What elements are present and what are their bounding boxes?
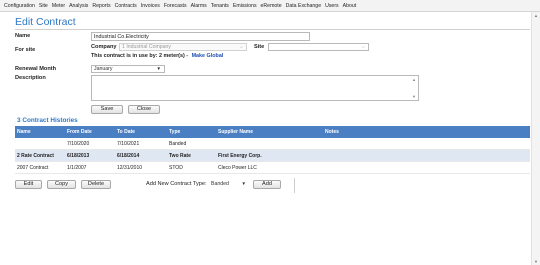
menu-meter[interactable]: Meter	[52, 3, 65, 9]
edit-button[interactable]: Edit	[15, 180, 42, 189]
menu-tenants[interactable]: Tenants	[211, 3, 229, 9]
close-button[interactable]: Close	[128, 105, 160, 114]
renewal-month-select[interactable]: January ▼	[91, 65, 165, 73]
cell-from-date: 6/18/2013	[67, 153, 90, 159]
cell-to-date: 7/10/2021	[117, 141, 140, 147]
column-header-name[interactable]: Name	[17, 126, 31, 138]
cell-name: 2007 Contract	[17, 165, 49, 171]
cell-type: Banded	[169, 141, 187, 147]
cell-name: 2 Rate Contract	[17, 153, 54, 159]
menu-users[interactable]: Users	[325, 3, 339, 9]
chevron-down-icon: ⌵	[239, 44, 243, 49]
name-label: Name	[15, 33, 31, 39]
menu-site[interactable]: Site	[39, 3, 48, 9]
scroll-up-icon[interactable]: ▲	[534, 13, 538, 18]
menu-data-exchange[interactable]: Data Exchange	[286, 3, 321, 9]
site-label: Site	[254, 44, 265, 50]
renewal-month-value: January	[94, 66, 113, 72]
description-label: Description	[15, 75, 46, 81]
cell-type: STOD	[169, 165, 183, 171]
table-row[interactable]: 2007 Contract 1/1/2007 12/31/2010 STOD C…	[15, 162, 530, 174]
make-global-link[interactable]: Make Global	[192, 53, 224, 59]
scroll-up-icon[interactable]: ▲	[412, 77, 416, 82]
menu-configuration[interactable]: Configuration	[4, 3, 35, 9]
cell-supplier: First Energy Corp.	[218, 153, 262, 159]
contract-type-value: Banded	[211, 181, 229, 187]
site-select[interactable]: ⌵	[268, 43, 369, 51]
chevron-down-icon: ⌵	[361, 44, 365, 49]
column-header-type[interactable]: Type	[169, 126, 180, 138]
column-header-to-date[interactable]: To Date	[117, 126, 135, 138]
table-row[interactable]: 2 Rate Contract 6/18/2013 6/18/2014 Two …	[15, 150, 530, 162]
menu-about[interactable]: About	[343, 3, 357, 9]
delete-button[interactable]: Delete	[81, 180, 111, 189]
table-row[interactable]: 7/10/2020 7/10/2021 Banded	[15, 138, 530, 150]
scroll-down-icon[interactable]: ▼	[534, 259, 538, 264]
description-textarea[interactable]: ▲ ▼	[91, 75, 419, 101]
menu-reports[interactable]: Reports	[92, 3, 110, 9]
menu-forecasts[interactable]: Forecasts	[164, 3, 187, 9]
menu-analysis[interactable]: Analysis	[69, 3, 88, 9]
divider	[294, 178, 295, 193]
menu-eremote[interactable]: eRemote	[261, 3, 282, 9]
scroll-down-icon[interactable]: ▼	[412, 94, 416, 99]
contract-type-select[interactable]: Banded ▼	[208, 180, 250, 188]
add-new-contract-type-label: Add New Contract Type:	[146, 181, 207, 187]
in-use-notice: This contract is in use by: 2 meter(s) -…	[91, 53, 223, 59]
menu-contracts[interactable]: Contracts	[115, 3, 137, 9]
caret-down-icon: ▼	[156, 66, 161, 71]
cell-from-date: 7/10/2020	[67, 141, 90, 147]
cell-to-date: 6/18/2014	[117, 153, 140, 159]
company-select-value: 1 Industrial Company	[122, 44, 172, 50]
company-select[interactable]: 1 Industrial Company ⌵	[119, 43, 247, 51]
in-use-text: This contract is in use by: 2 meter(s) -	[91, 53, 189, 59]
page-title: Edit Contract	[15, 16, 76, 28]
column-header-from-date[interactable]: From Date	[67, 126, 92, 138]
company-label: Company	[91, 44, 117, 50]
contract-histories-title: 3 Contract Histories	[17, 117, 78, 124]
top-menu-bar: Configuration Site Meter Analysis Report…	[0, 0, 540, 12]
caret-down-icon: ▼	[241, 181, 246, 186]
save-button[interactable]: Save	[91, 105, 123, 114]
table-header: Name From Date To Date Type Supplier Nam…	[15, 126, 530, 138]
cell-type: Two Rate	[169, 153, 191, 159]
renewal-month-label: Renewal Month	[15, 66, 57, 72]
column-header-notes[interactable]: Notes	[325, 126, 339, 138]
column-header-supplier-name[interactable]: Supplier Name	[218, 126, 253, 138]
add-button[interactable]: Add	[253, 180, 281, 189]
cell-supplier: Cleco Power LLC	[218, 165, 257, 171]
menu-invoices[interactable]: Invoices	[141, 3, 160, 9]
page-scrollbar[interactable]: ▲ ▼	[531, 12, 540, 265]
menu-alarms[interactable]: Alarms	[191, 3, 207, 9]
contract-histories-table: Name From Date To Date Type Supplier Nam…	[15, 126, 530, 174]
cell-from-date: 1/1/2007	[67, 165, 87, 171]
cell-to-date: 12/31/2010	[117, 165, 143, 171]
menu-emissions[interactable]: Emissions	[233, 3, 257, 9]
copy-button[interactable]: Copy	[47, 180, 76, 189]
title-divider	[15, 29, 530, 30]
for-site-label: For site	[15, 47, 36, 53]
name-input[interactable]	[91, 32, 310, 41]
